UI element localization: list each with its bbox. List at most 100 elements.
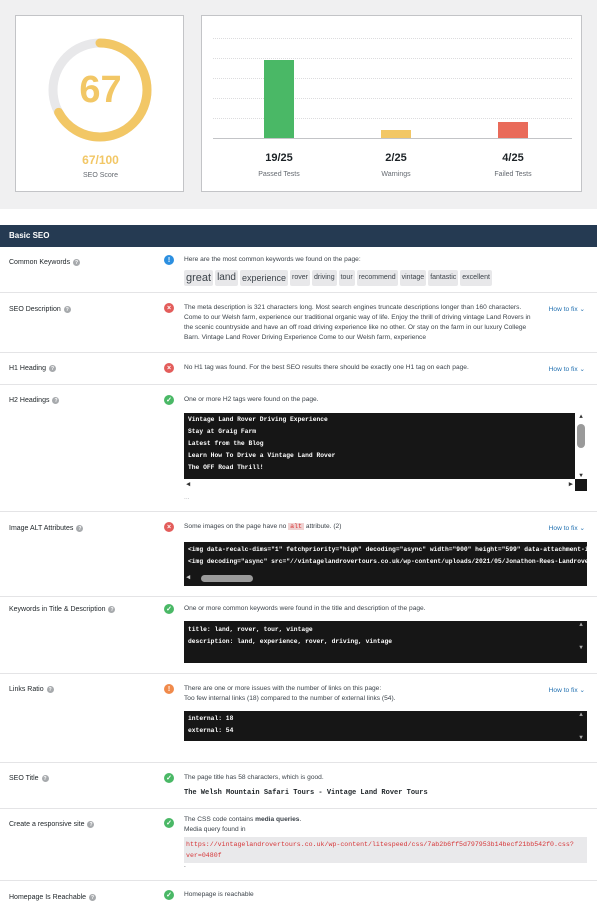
how-to-fix-link[interactable]: How to fix ⌄ [549,686,585,694]
row-label: H2 Headings? [9,397,60,404]
code-line: external: 54 [188,727,234,734]
scroll-down-icon[interactable]: ▼ [575,472,587,479]
trailing-dot: . [184,862,186,869]
pass-icon: ✓ [164,890,174,900]
bar-failed [498,121,528,138]
row-label: Links Ratio? [9,686,54,693]
horizontal-scrollbar[interactable]: ◀ [184,572,587,584]
how-to-fix-text: How to fix [548,366,578,373]
chevron-down-icon: ⌄ [579,306,585,313]
row-image-alt: Image ALT Attributes? × Some images on t… [0,512,597,597]
row-message: The CSS code contains media queries. [184,815,534,825]
vertical-scrollbar[interactable]: ▲ ▼ [575,711,587,741]
warnings-count: 2/25 [385,152,407,164]
message-text: attribute. (2) [305,523,342,530]
row-message: One or more common keywords were found i… [184,605,426,612]
seo-score-card: 67 67/100 SEO Score [15,15,184,192]
more-indicator[interactable]: ... [184,493,534,503]
passed-label: Passed Tests [258,171,300,178]
scroll-thumb[interactable] [577,424,585,448]
row-label: Homepage Is Reachable? [9,894,97,901]
fail-icon: × [164,303,174,313]
help-icon[interactable]: ? [52,397,60,404]
help-icon[interactable]: ? [87,821,95,828]
help-icon[interactable]: ? [48,365,56,372]
row-label: Image ALT Attributes? [9,525,84,532]
row-responsive-site: Create a responsive site? ✓ The CSS code… [0,809,597,881]
scroll-up-icon[interactable]: ▲ [575,621,587,628]
section-header: Basic SEO [0,225,597,247]
chevron-down-icon: ⌄ [579,366,585,373]
keyword-tag: excellent [460,270,492,286]
horizontal-scrollbar[interactable]: ◀ ▶ [184,479,575,491]
row-label-text: Common Keywords [9,259,71,266]
row-message: One or more H2 tags were found on the pa… [184,396,319,403]
row-common-keywords: Common Keywords? ! Here are the most com… [0,247,597,293]
vertical-scrollbar[interactable]: ▲ ▼ [575,621,587,651]
media-query-url[interactable]: https://vintagelandrovertours.co.uk/wp-c… [184,837,587,863]
code-line: internal: 18 [188,715,234,722]
fail-icon: × [164,522,174,532]
help-icon[interactable]: ? [108,606,116,613]
how-to-fix-link[interactable]: How to fix ⌄ [549,524,585,532]
scroll-up-icon[interactable]: ▲ [575,711,587,718]
how-to-fix-text: How to fix [548,687,578,694]
help-icon[interactable]: ? [46,686,54,693]
bar-warnings [381,129,411,138]
help-icon[interactable]: ? [41,775,49,782]
pass-icon: ✓ [164,773,174,783]
how-to-fix-text: How to fix [548,306,578,313]
keyword-list: great land experience rover driving tour recom… [184,270,534,286]
code-line: <img decoding="async" src="//vintageland… [188,558,587,565]
row-label-text: Keywords in Title & Description [9,606,106,613]
passed-count: 19/25 [265,152,293,164]
row-message-detail: Too few internal links (18) compared to … [184,695,396,702]
summary-panel: 67 67/100 SEO Score 19/25 Passed Tests 2… [0,0,597,209]
links-code-block: internal: 18 external: 54 ▲ ▼ [184,711,587,741]
gridline [213,38,572,39]
scroll-up-icon[interactable]: ▲ [575,413,587,420]
row-h2-headings: H2 Headings? ✓ One or more H2 tags were … [0,385,597,512]
scroll-thumb[interactable] [201,575,253,582]
code-line: title: land, rover, tour, vintage [188,626,313,633]
fail-icon: × [164,363,174,373]
row-message: The meta description is 321 characters l… [184,304,531,341]
row-h1-heading: H1 Heading? × No H1 tag was found. For t… [0,353,597,385]
code-line: Stay at Graig Farm [188,428,257,435]
row-label: Keywords in Title & Description? [9,606,116,613]
row-links-ratio: Links Ratio? ! There are one or more iss… [0,674,597,763]
vertical-scrollbar[interactable]: ▲ ▼ [575,413,587,479]
code-line: <img data-recalc-dims="1" fetchpriority=… [188,546,587,553]
alt-code-block: <img data-recalc-dims="1" fetchpriority=… [184,542,587,586]
keyword-tag: vintage [399,270,427,286]
row-message: Homepage is reachable [184,891,254,898]
row-label: SEO Title? [9,775,49,782]
code-line: Latest from the Blog [188,440,264,447]
warnings-label: Warnings [381,171,411,178]
help-icon[interactable]: ? [73,259,81,266]
how-to-fix-link[interactable]: How to fix ⌄ [549,365,585,373]
message-bold: media queries [255,816,300,823]
scroll-left-icon[interactable]: ◀ [186,573,190,582]
tests-chart-card: 19/25 Passed Tests 2/25 Warnings 4/25 Fa… [201,15,582,192]
row-keywords-title-description: Keywords in Title & Description? ✓ One o… [0,597,597,674]
keywords-code-block: title: land, rover, tour, vintage descri… [184,621,587,663]
row-label: Create a responsive site? [9,821,95,828]
help-icon[interactable]: ? [63,306,71,313]
message-text: Some images on the page have no [184,523,287,530]
scroll-left-icon[interactable]: ◀ [186,480,190,489]
row-label-text: Image ALT Attributes [9,525,74,532]
h2-code-block: Vintage Land Rover Driving Experience St… [184,413,587,491]
code-line: Vintage Land Rover Driving Experience [188,416,328,423]
row-message: The page title has 58 characters, which … [184,774,324,781]
scroll-down-icon[interactable]: ▼ [575,734,587,741]
row-label: SEO Description? [9,306,71,313]
scroll-down-icon[interactable]: ▼ [575,644,587,651]
help-icon[interactable]: ? [76,525,84,532]
code-line: description: land, experience, rover, dr… [188,638,393,645]
chart-baseline [213,138,572,139]
how-to-fix-link[interactable]: How to fix ⌄ [549,305,585,313]
row-label: H1 Heading? [9,365,56,372]
help-icon[interactable]: ? [89,894,97,901]
scroll-right-icon[interactable]: ▶ [569,480,573,489]
